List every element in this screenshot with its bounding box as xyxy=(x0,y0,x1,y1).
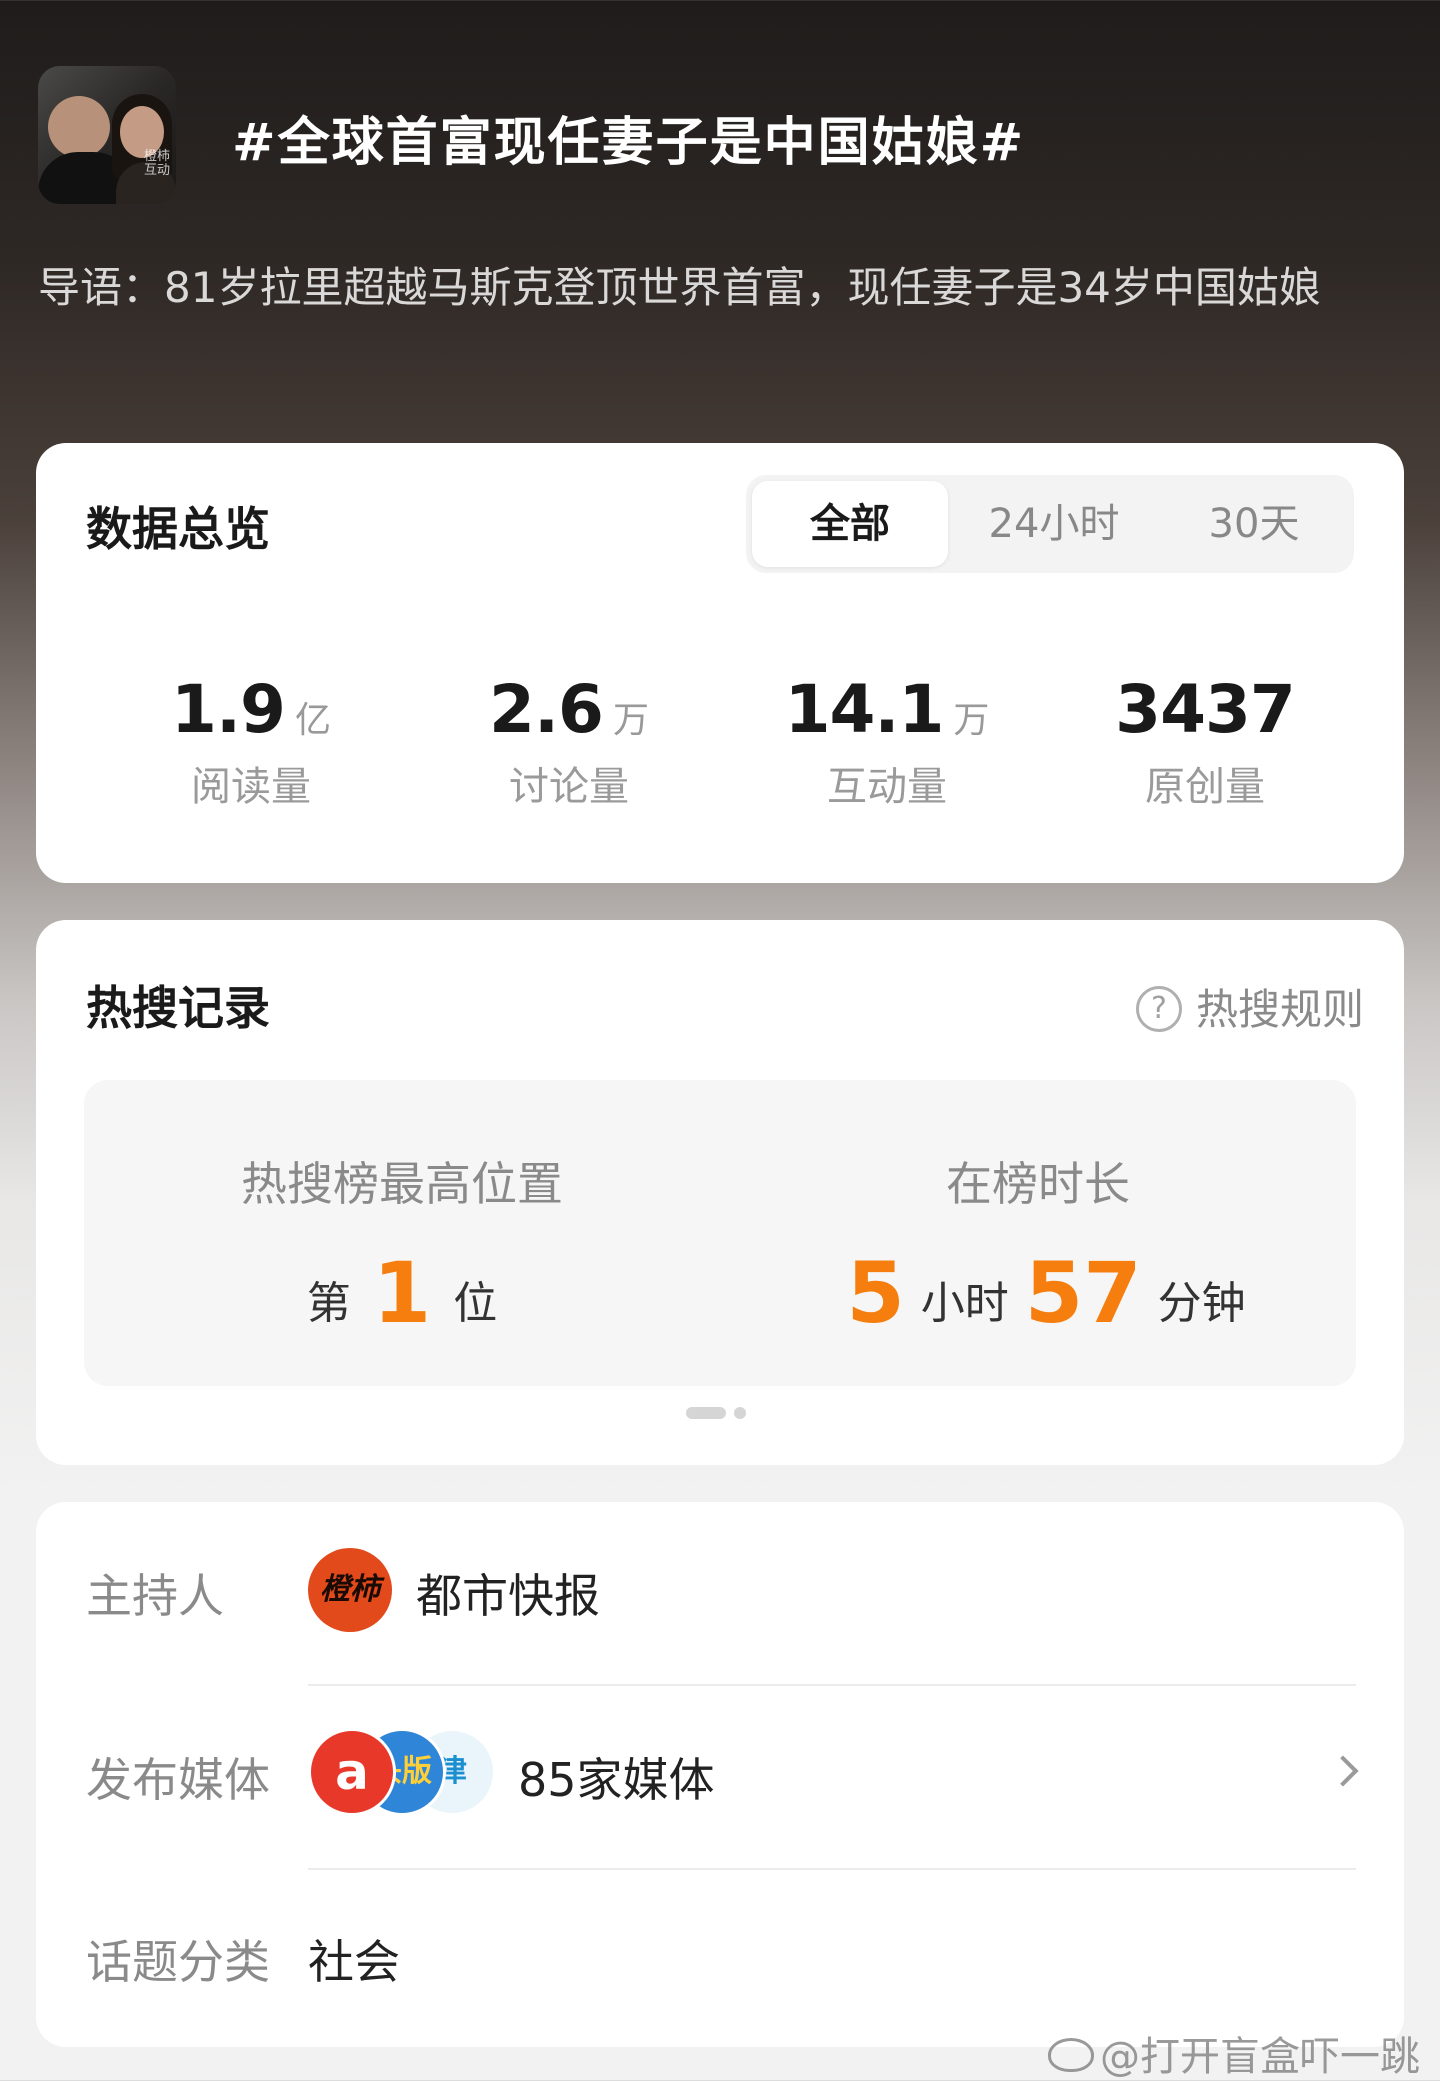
stat-interactions-value: 14.1 xyxy=(784,671,945,748)
chevron-right-icon xyxy=(1327,1755,1359,1787)
stat-reads-label: 阅读量 xyxy=(191,764,311,810)
media-logos: a 头版 津 xyxy=(308,1728,498,1818)
stat-original-label: 原创量 xyxy=(1145,764,1265,810)
data-overview-card: 数据总览 全部 24小时 30天 1.9 亿 阅读量 2.6 万 讨论量 14.1 万… xyxy=(36,443,1404,883)
highest-position-suffix: 位 xyxy=(453,1278,498,1329)
topic-avatar: 橙柿互动 xyxy=(38,66,176,204)
highest-position-prefix: 第 xyxy=(306,1278,351,1329)
highest-position-label: 热搜榜最高位置 xyxy=(241,1157,563,1211)
stat-interactions: 14.1 万 互动量 xyxy=(728,671,1046,812)
category-row: 话题分类 社会 xyxy=(36,1868,1404,2048)
time-range-segmented-control: 全部 24小时 30天 xyxy=(746,475,1354,573)
stat-reads: 1.9 亿 阅读量 xyxy=(92,671,410,812)
hot-search-record-panel[interactable]: 热搜榜最高位置 第1位 在榜时长 5 小时 57 分钟 xyxy=(84,1080,1356,1386)
host-label: 主持人 xyxy=(86,1569,224,1623)
duration-minutes-unit: 分钟 xyxy=(1157,1278,1246,1329)
highest-position: 热搜榜最高位置 第1位 xyxy=(84,1148,720,1342)
host-name: 都市快报 xyxy=(416,1569,600,1623)
category-label: 话题分类 xyxy=(86,1935,270,1989)
stat-discussions-unit: 万 xyxy=(612,700,649,741)
on-list-duration-label: 在榜时长 xyxy=(946,1157,1130,1211)
carousel-page-indicator xyxy=(686,1402,746,1421)
on-list-duration: 在榜时长 5 小时 57 分钟 xyxy=(720,1148,1356,1342)
data-overview-title: 数据总览 xyxy=(86,502,270,556)
stat-discussions-value: 2.6 xyxy=(489,671,604,748)
media-row[interactable]: 发布媒体 a 头版 津 85家媒体 xyxy=(36,1686,1404,1866)
watermark-text: @打开盲盒吓一跳 xyxy=(1100,2034,1420,2080)
question-circle-icon: ? xyxy=(1135,985,1182,1032)
duration-hours-value: 5 xyxy=(846,1244,905,1342)
media-count: 85家媒体 xyxy=(518,1753,715,1807)
host-logo: 橙柿 xyxy=(308,1548,392,1632)
duration-hours-unit: 小时 xyxy=(920,1278,1009,1329)
stat-original: 3437 原创量 xyxy=(1046,671,1364,812)
avatar-person-left-head xyxy=(48,96,110,158)
stat-discussions: 2.6 万 讨论量 xyxy=(410,671,728,812)
highest-position-value: 1 xyxy=(372,1244,432,1342)
weibo-watermark: @打开盲盒吓一跳 xyxy=(1048,2024,1420,2081)
stat-original-value: 3437 xyxy=(1115,671,1296,748)
hot-search-title: 热搜记录 xyxy=(86,981,270,1035)
media-label: 发布媒体 xyxy=(86,1753,270,1807)
avatar-watermark: 橙柿互动 xyxy=(144,149,171,178)
stat-discussions-label: 讨论量 xyxy=(509,764,629,810)
highest-position-value-row: 第1位 xyxy=(84,1244,720,1342)
tab-all[interactable]: 全部 xyxy=(752,481,948,567)
topic-header: 橙柿互动 #全球首富现任妻子是中国姑娘# 导语：81岁拉里超越马斯克登顶世界首富… xyxy=(0,0,1440,440)
category-value: 社会 xyxy=(308,1935,400,1989)
topic-info-card: 主持人 橙柿 都市快报 发布媒体 a 头版 津 85家媒体 话题分类 社会 xyxy=(36,1502,1404,2047)
hot-search-card: 热搜记录 ? 热搜规则 热搜榜最高位置 第1位 在榜时长 5 小时 57 分钟 xyxy=(36,920,1404,1465)
stat-interactions-label: 互动量 xyxy=(827,764,947,810)
stat-reads-unit: 亿 xyxy=(294,700,331,741)
topic-title: #全球首富现任妻子是中国姑娘# xyxy=(232,113,1026,173)
on-list-duration-value-row: 5 小时 57 分钟 xyxy=(720,1244,1356,1342)
stat-interactions-unit: 万 xyxy=(953,700,990,741)
host-row[interactable]: 主持人 橙柿 都市快报 xyxy=(36,1502,1404,1682)
hot-search-rules-label: 热搜规则 xyxy=(1195,985,1364,1034)
tab-30-days[interactable]: 30天 xyxy=(1156,481,1352,567)
media-logo-1: a xyxy=(308,1728,396,1816)
tab-24-hours[interactable]: 24小时 xyxy=(956,481,1152,567)
hot-search-rules-link[interactable]: ? 热搜规则 xyxy=(1135,976,1364,1037)
stat-reads-value: 1.9 xyxy=(171,671,286,748)
duration-minutes-value: 57 xyxy=(1024,1244,1142,1342)
page-indicator-dot xyxy=(734,1406,746,1419)
topic-intro: 导语：81岁拉里超越马斯克登顶世界首富，现任妻子是34岁中国姑娘 xyxy=(38,263,1321,312)
page-indicator-active xyxy=(686,1406,726,1419)
weibo-icon xyxy=(1048,2038,1094,2072)
